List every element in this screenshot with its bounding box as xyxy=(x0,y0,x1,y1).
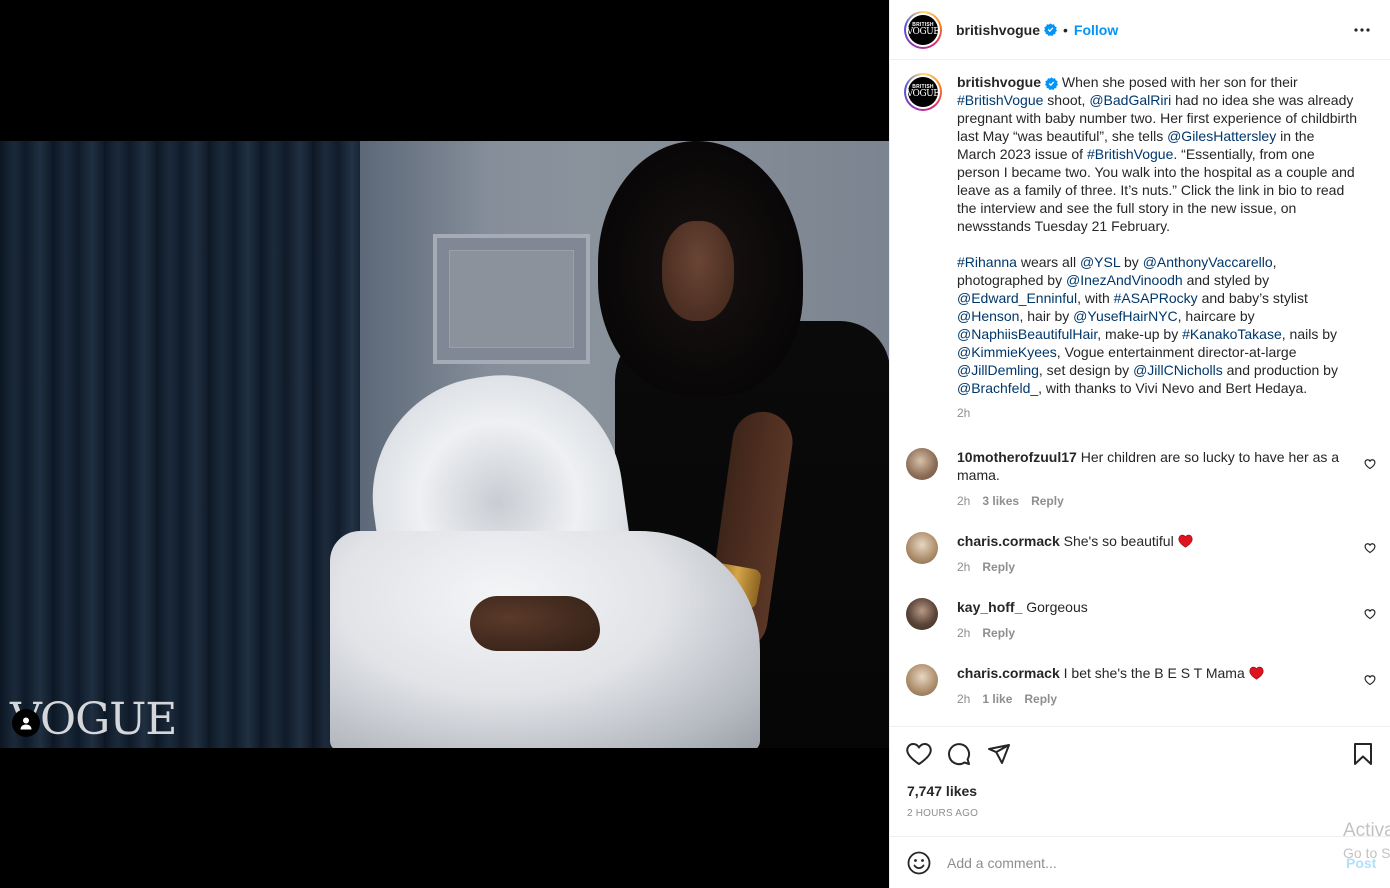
header-username[interactable]: britishvogue xyxy=(956,22,1040,38)
media-pane: VOGUE xyxy=(0,0,889,888)
verified-badge-icon xyxy=(1044,23,1058,36)
comment-text: Gorgeous xyxy=(1022,599,1088,615)
follow-button[interactable]: Follow xyxy=(1074,22,1118,38)
comment-likes[interactable]: 3 likes xyxy=(982,492,1019,510)
commenter-username[interactable]: charis.cormack xyxy=(957,533,1060,549)
reply-button[interactable]: Reply xyxy=(982,558,1015,576)
commenter-username[interactable]: 10motherofzuul17 xyxy=(957,449,1077,465)
comment-text: I bet she's the B E S T Mama xyxy=(1059,665,1249,681)
red-heart-emoji-icon xyxy=(1178,534,1193,548)
like-comment-heart-icon[interactable] xyxy=(1364,674,1376,686)
comment-item: charis.cormack I bet she's the B E S T M… xyxy=(906,664,1376,708)
reply-button[interactable]: Reply xyxy=(1024,690,1057,708)
comment-body: kay_hoff_ Gorgeous 2h Reply xyxy=(957,598,1342,642)
comment-text: She's so beautiful xyxy=(1059,533,1178,549)
mention-link[interactable]: @GilesHattersley xyxy=(1167,128,1276,144)
reply-button[interactable]: Reply xyxy=(1031,492,1064,510)
comment-likes[interactable]: 1 like xyxy=(982,690,1012,708)
commenter-avatar[interactable] xyxy=(906,664,938,696)
comment-item: 10motherofzuul17 Her children are so luc… xyxy=(906,448,1376,510)
save-bookmark-icon[interactable] xyxy=(1353,742,1373,766)
commenter-avatar[interactable] xyxy=(906,532,938,564)
post-caption: BRITISH VOGUE britishvogue When she pose… xyxy=(904,73,1384,422)
like-heart-icon[interactable] xyxy=(906,742,932,766)
mention-link[interactable]: @BadGalRiri xyxy=(1089,92,1171,108)
header-separator: • xyxy=(1063,21,1068,38)
hashtag-link[interactable]: #KanakoTakase xyxy=(1182,326,1282,342)
user-tag-button[interactable] xyxy=(12,709,40,737)
reply-button[interactable]: Reply xyxy=(982,624,1015,642)
photo-curtain xyxy=(0,141,360,748)
mention-link[interactable]: @Edward_Enninful xyxy=(957,290,1077,306)
british-vogue-logo: BRITISH VOGUE xyxy=(907,14,940,45)
post-time-ago[interactable]: 2 HOURS AGO xyxy=(907,808,978,819)
caption-username[interactable]: britishvogue xyxy=(957,74,1041,90)
post-photo[interactable]: VOGUE xyxy=(0,141,889,748)
more-options-icon[interactable] xyxy=(1353,18,1371,42)
comment-time[interactable]: 2h xyxy=(957,624,970,642)
comment-item: kay_hoff_ Gorgeous 2h Reply xyxy=(906,598,1376,642)
commenter-avatar[interactable] xyxy=(906,598,938,630)
comment-body: charis.cormack I bet she's the B E S T M… xyxy=(957,664,1342,708)
windows-activation-watermark: Activa xyxy=(1343,820,1390,841)
mention-link[interactable]: @YSL xyxy=(1080,254,1120,270)
windows-activation-watermark-sub: Go to S xyxy=(1343,845,1390,861)
add-comment-bar: Post xyxy=(890,836,1390,888)
comment-input[interactable] xyxy=(947,854,1327,871)
person-icon xyxy=(20,717,32,730)
hashtag-link[interactable]: #Rihanna xyxy=(957,254,1017,270)
red-heart-emoji-icon xyxy=(1249,666,1264,680)
mention-link[interactable]: @AnthonyVaccarello xyxy=(1143,254,1273,270)
comment-item: charis.cormack She's so beautiful 2h Rep… xyxy=(906,532,1376,576)
mention-link[interactable]: @NaphiisBeautifulHair xyxy=(957,326,1097,342)
caption-timestamp[interactable]: 2h xyxy=(957,404,1357,422)
emoji-smiley-icon[interactable] xyxy=(907,851,931,875)
comment-body: 10motherofzuul17 Her children are so luc… xyxy=(957,448,1342,510)
commenter-username[interactable]: charis.cormack xyxy=(957,665,1060,681)
hashtag-link[interactable]: #BritishVogue xyxy=(957,92,1043,108)
mention-link[interactable]: @JillDemling xyxy=(957,362,1039,378)
hashtag-link[interactable]: #BritishVogue xyxy=(1087,146,1173,162)
photo-framed-art xyxy=(433,234,590,364)
photo-figure-face xyxy=(662,221,734,321)
share-send-icon[interactable] xyxy=(987,742,1011,766)
comment-bubble-icon[interactable] xyxy=(947,742,971,766)
mention-link[interactable]: @InezAndVinoodh xyxy=(1066,272,1183,288)
like-comment-heart-icon[interactable] xyxy=(1364,608,1376,620)
post-header: BRITISH VOGUE britishvogue • Follow xyxy=(890,0,1390,60)
comment-time[interactable]: 2h xyxy=(957,492,970,510)
hashtag-link[interactable]: #ASAPRocky xyxy=(1114,290,1198,306)
mention-link[interactable]: @JillCNicholls xyxy=(1133,362,1223,378)
commenter-avatar[interactable] xyxy=(906,448,938,480)
like-comment-heart-icon[interactable] xyxy=(1364,542,1376,554)
british-vogue-logo: BRITISH VOGUE xyxy=(907,77,940,107)
profile-avatar[interactable]: BRITISH VOGUE xyxy=(904,10,942,49)
mention-link[interactable]: @Brachfeld_ xyxy=(957,380,1038,396)
caption-avatar[interactable]: BRITISH VOGUE xyxy=(904,73,942,111)
post-side-panel: BRITISH VOGUE britishvogue • Follow BRIT… xyxy=(889,0,1390,888)
caption-text: britishvogue When she posed with her son… xyxy=(957,74,1357,422)
post-actions: 7,747 likes 2 HOURS AGO xyxy=(890,726,1390,836)
comment-time[interactable]: 2h xyxy=(957,558,970,576)
mention-link[interactable]: @YusefHairNYC xyxy=(1073,308,1177,324)
mention-link[interactable]: @KimmieKyees xyxy=(957,344,1057,360)
photo-baby xyxy=(470,596,600,651)
comments-scroll-area[interactable]: BRITISH VOGUE britishvogue When she pose… xyxy=(890,61,1390,726)
comment-time[interactable]: 2h xyxy=(957,690,970,708)
verified-badge-icon xyxy=(1045,77,1059,90)
like-comment-heart-icon[interactable] xyxy=(1364,458,1376,470)
likes-count[interactable]: 7,747 likes xyxy=(907,783,977,799)
mention-link[interactable]: @Henson xyxy=(957,308,1019,324)
commenter-username[interactable]: kay_hoff_ xyxy=(957,599,1022,615)
comment-body: charis.cormack She's so beautiful 2h Rep… xyxy=(957,532,1342,576)
